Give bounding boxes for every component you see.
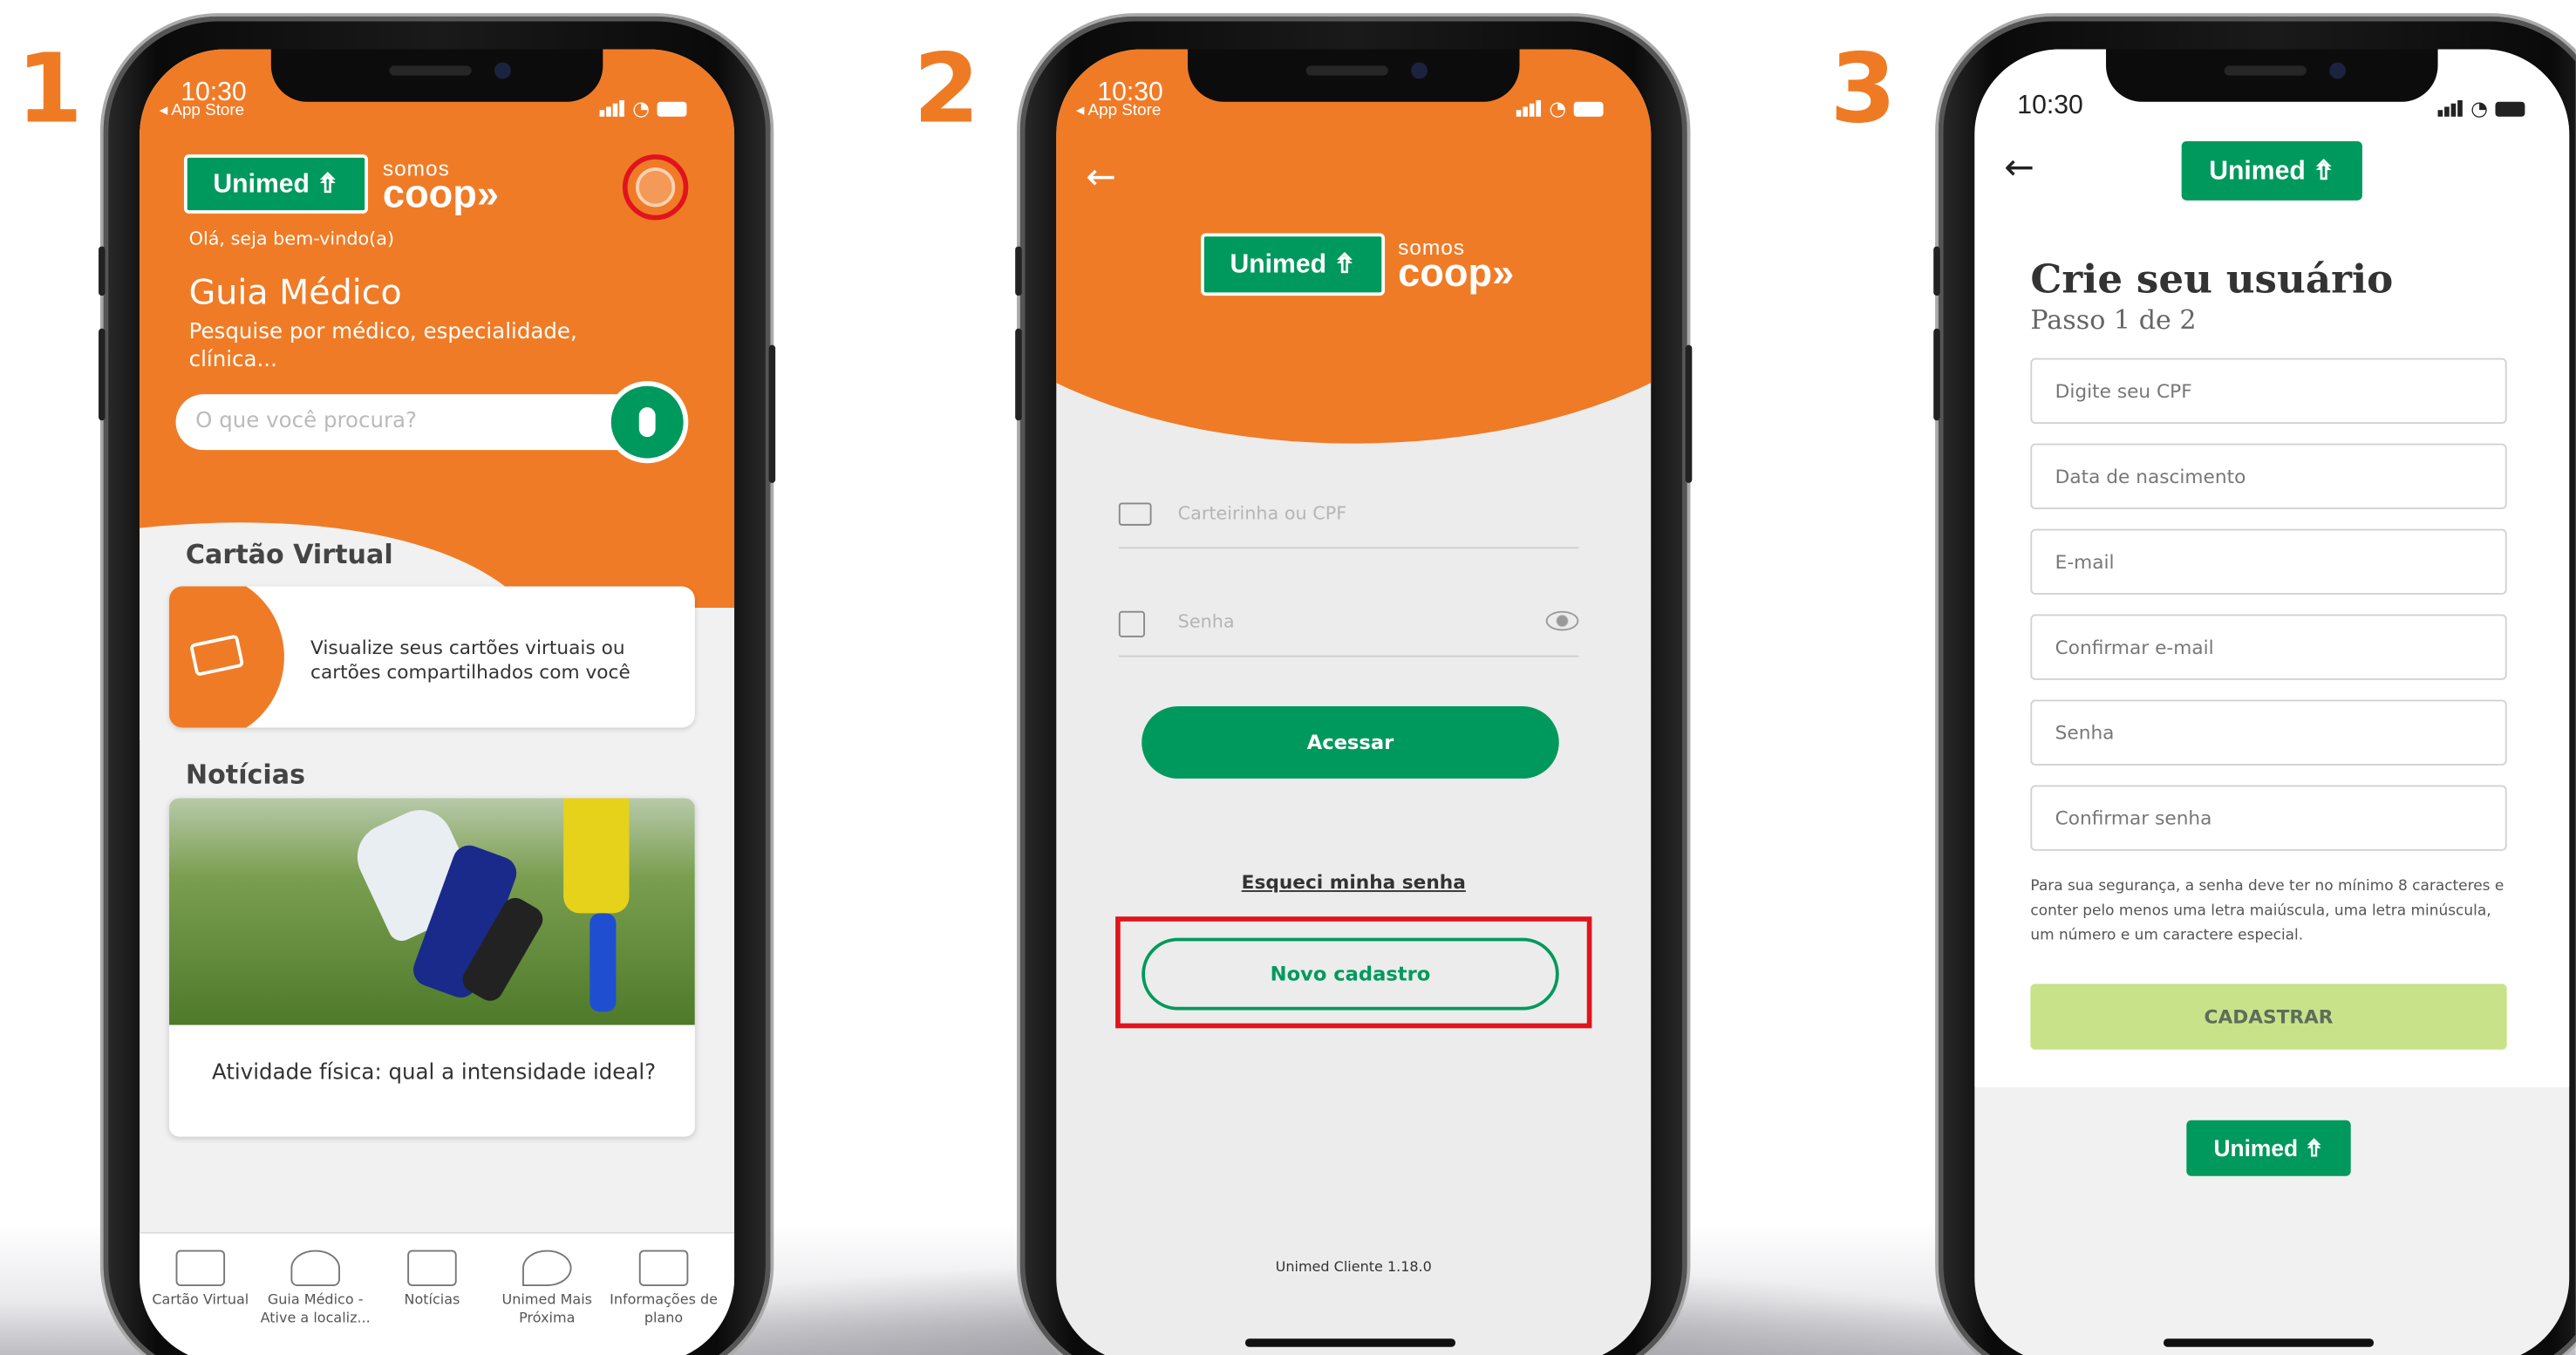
tab-news[interactable]: Notícias — [375, 1249, 490, 1311]
news-title: Atividade física: qual a intensidade ide… — [212, 1060, 657, 1086]
password-field[interactable]: Senha — [2030, 699, 2507, 766]
search-placeholder: O que você procura? — [195, 409, 418, 434]
step-number-1: 1 — [16, 32, 83, 145]
doctor-icon — [290, 1249, 340, 1287]
section-title-virtual-card: Cartão Virtual — [185, 538, 393, 570]
password-field[interactable]: Senha — [1118, 604, 1579, 657]
home-indicator — [1244, 1338, 1456, 1347]
collage: 1 2 3 10:30 ◂ App Store ◔ Unimed ⇮ somos… — [0, 0, 2576, 1355]
info-card-icon — [638, 1249, 689, 1287]
status-icons: ◔ — [2437, 97, 2526, 120]
register-screen: 10:30 ◔ ← Unimed ⇮ Crie seu usuário Pass… — [1974, 49, 2570, 1355]
back-to-app-store[interactable]: ◂ App Store — [1076, 102, 1161, 120]
greeting-text: Olá, seja bem-vindo(a) — [188, 228, 395, 250]
login-screen: 10:30 ◂ App Store ◔ ← Unimed ⇮ somos coop… — [1056, 49, 1652, 1355]
unimed-logo: Unimed ⇮ — [2181, 141, 2362, 201]
card-or-cpf-field[interactable]: Carteirinha ou CPF — [1118, 496, 1579, 549]
user-avatar-icon — [636, 167, 676, 208]
confirm-password-field[interactable]: Confirmar senha — [2030, 785, 2507, 851]
lock-icon — [1118, 610, 1146, 637]
unimed-logo: Unimed ⇮ — [1201, 233, 1386, 296]
phone-frame-3: 10:30 ◔ ← Unimed ⇮ Crie seu usuário Pass… — [1933, 16, 2576, 1355]
virtual-card-tile[interactable]: Visualize seus cartões virtuais ou cartõ… — [169, 586, 695, 728]
microphone-icon — [638, 407, 656, 438]
virtual-card-text: Visualize seus cartões virtuais ou cartõ… — [310, 636, 630, 684]
login-button[interactable]: Acessar — [1141, 706, 1559, 779]
step-number-3: 3 — [1830, 32, 1897, 145]
step-indicator: Passo 1 de 2 — [2030, 303, 2197, 336]
wifi-icon: ◔ — [1549, 97, 1567, 120]
home-screen: 10:30 ◂ App Store ◔ Unimed ⇮ somos coop» … — [140, 49, 735, 1355]
battery-icon — [1574, 101, 1605, 117]
section-title-news: Notícias — [185, 759, 306, 791]
page-subtitle: Pesquise por médico, especialidade, clín… — [188, 320, 577, 373]
phone-frame-1: 10:30 ◂ App Store ◔ Unimed ⇮ somos coop» … — [99, 16, 776, 1355]
new-account-button[interactable]: Novo cadastro — [1141, 937, 1559, 1011]
page-title: Crie seu usuário — [2030, 254, 2394, 303]
birthdate-field[interactable]: Data de nascimento — [2030, 443, 2507, 509]
step-number-2: 2 — [913, 32, 980, 145]
search-input[interactable]: O que você procura? — [175, 394, 650, 451]
wifi-icon: ◔ — [2470, 97, 2488, 120]
status-time: 10:30 — [2017, 92, 2083, 120]
back-arrow-icon[interactable]: ← — [1086, 160, 1116, 197]
card-icon — [189, 634, 245, 677]
confirm-email-field[interactable]: Confirmar e-mail — [2030, 614, 2507, 680]
map-pin-icon — [522, 1249, 572, 1287]
news-image — [169, 798, 695, 1025]
signal-icon — [1516, 99, 1542, 117]
news-icon — [407, 1249, 457, 1287]
somos-coop-logo: somos coop» — [1398, 235, 1515, 296]
password-hint: Para sua segurança, a senha deve ter no … — [2030, 878, 2504, 945]
phone-frame-2: 10:30 ◂ App Store ◔ ← Unimed ⇮ somos coop… — [1015, 16, 1693, 1355]
card-icon — [175, 1249, 226, 1287]
eye-icon[interactable] — [1545, 610, 1579, 631]
unimed-logo: Unimed ⇮ — [183, 154, 368, 214]
profile-button[interactable] — [622, 154, 689, 221]
tab-medical-guide[interactable]: Guia Médico - Ative a localiz... — [258, 1249, 373, 1329]
back-arrow-icon[interactable]: ← — [2004, 150, 2034, 187]
status-icons: ◔ — [1516, 97, 1605, 120]
bottom-tab-bar: Cartão Virtual Guia Médico - Ative a loc… — [140, 1231, 735, 1355]
somos-coop-logo: somos coop» — [382, 155, 500, 217]
register-button[interactable]: CADASTRAR — [2030, 984, 2507, 1050]
tab-virtual-card[interactable]: Cartão Virtual — [143, 1249, 258, 1311]
news-card[interactable]: Atividade física: qual a intensidade ide… — [169, 798, 695, 1137]
home-indicator — [2163, 1338, 2375, 1347]
battery-icon — [2496, 101, 2526, 117]
cpf-field[interactable]: Digite seu CPF — [2030, 357, 2507, 425]
signal-icon — [599, 99, 624, 117]
forgot-password-link[interactable]: Esqueci minha senha — [1056, 870, 1651, 893]
tab-nearest-unimed[interactable]: Unimed Mais Próxima — [489, 1249, 604, 1329]
app-version: Unimed Cliente 1.18.0 — [1275, 1259, 1432, 1277]
microphone-button[interactable] — [606, 381, 689, 464]
email-field[interactable]: E-mail — [2030, 528, 2507, 595]
back-to-app-store[interactable]: ◂ App Store — [160, 102, 244, 120]
wifi-icon: ◔ — [632, 97, 651, 120]
signal-icon — [2437, 99, 2463, 117]
card-icon — [1118, 502, 1152, 526]
status-icons: ◔ — [599, 97, 688, 120]
battery-icon — [658, 101, 688, 117]
tab-plan-info[interactable]: Informações de plano — [606, 1249, 721, 1329]
page-title: Guia Médico — [188, 272, 402, 312]
footer-unimed-logo: Unimed ⇮ — [2186, 1120, 2351, 1176]
